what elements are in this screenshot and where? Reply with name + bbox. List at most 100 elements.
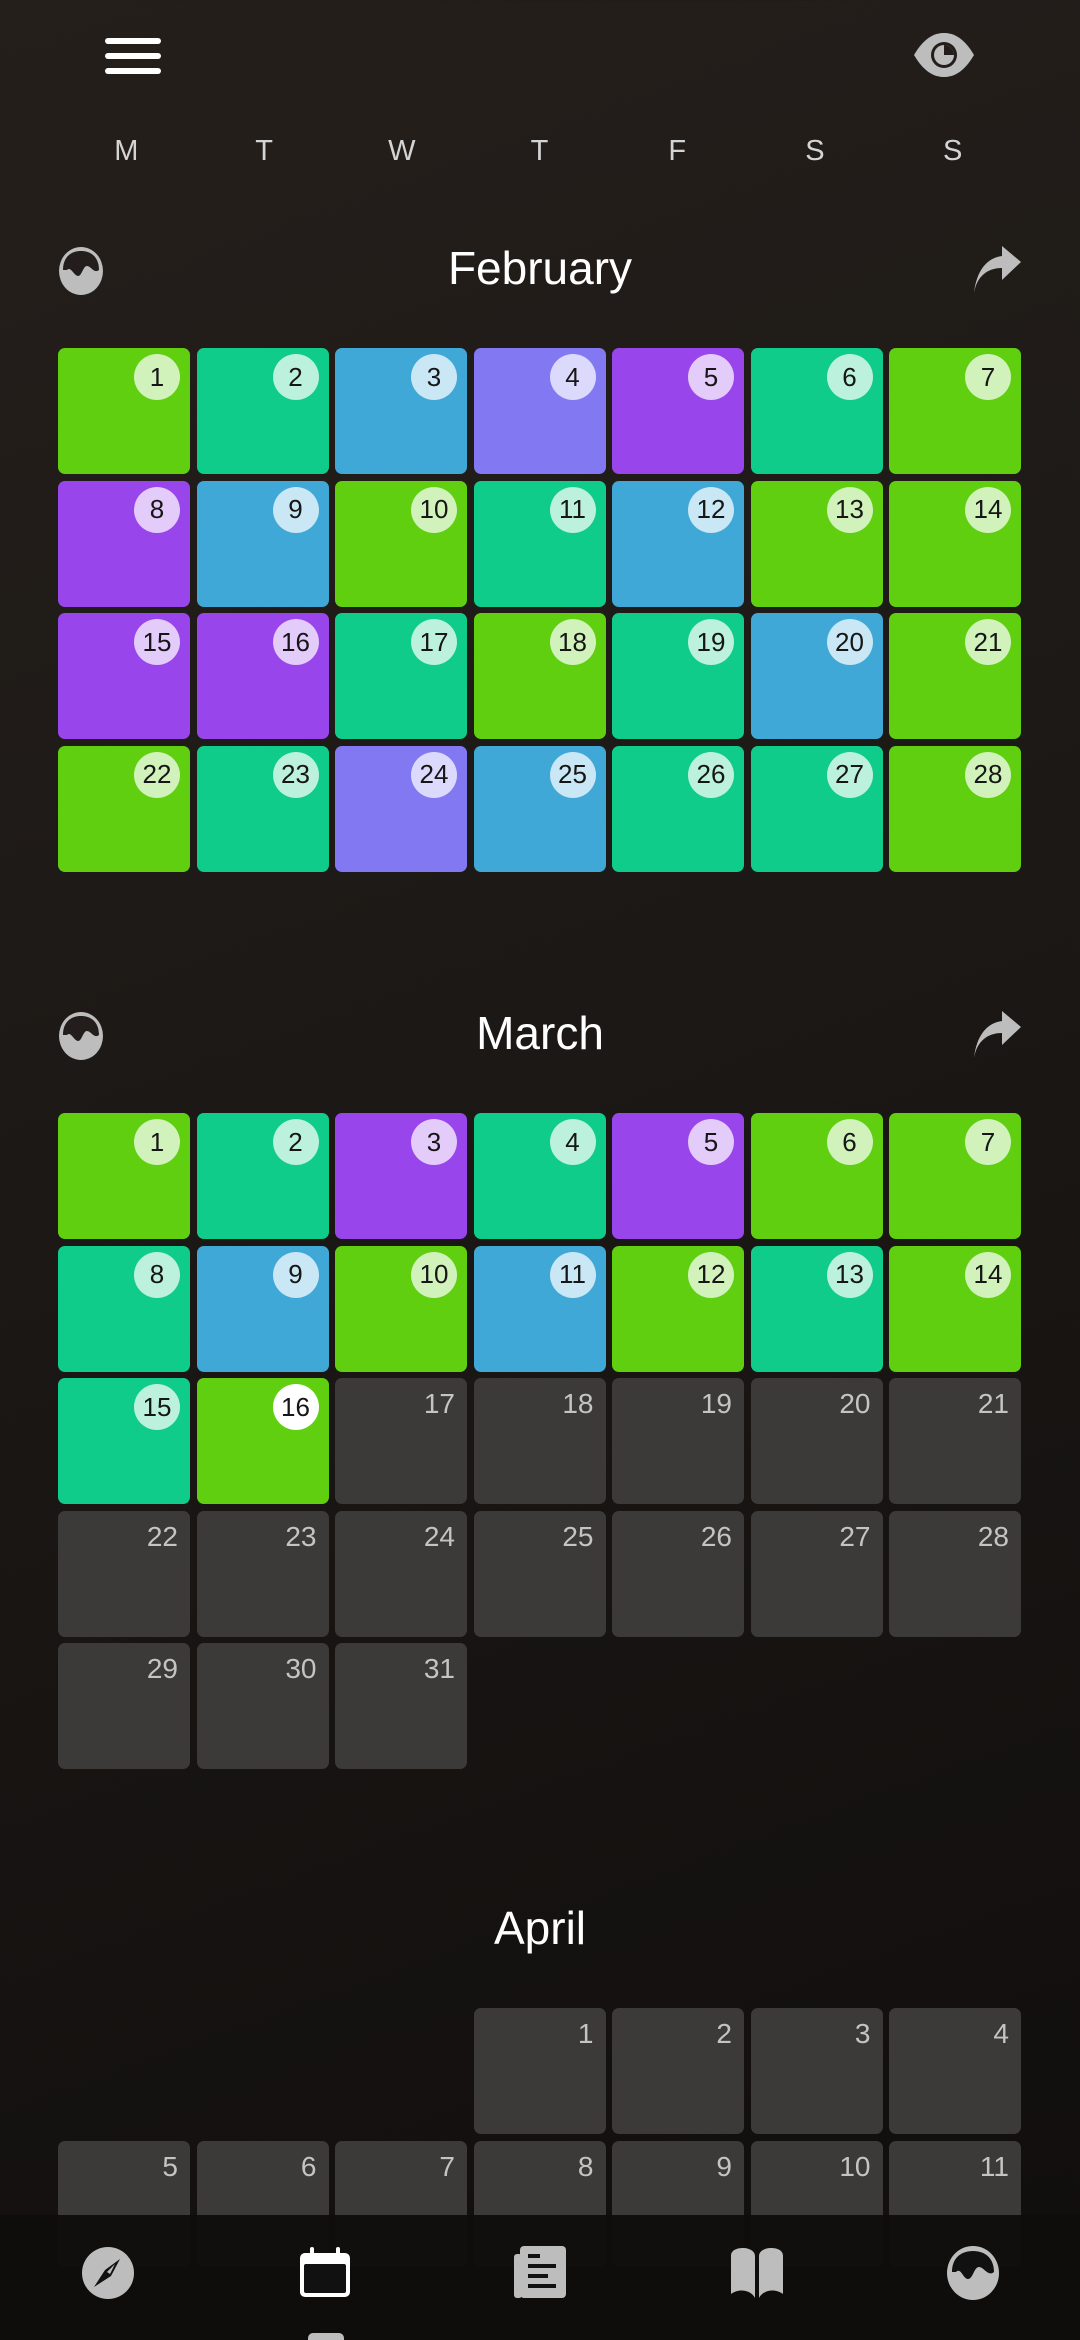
day-cell[interactable]: 8 — [58, 480, 190, 607]
day-cell[interactable]: 14 — [889, 480, 1021, 607]
day-cell[interactable]: 11 — [473, 480, 606, 607]
day-cell[interactable]: 3 — [335, 1113, 467, 1239]
book-icon — [731, 2248, 783, 2298]
day-cell[interactable]: 25 — [473, 745, 606, 872]
day-cell[interactable]: 27 — [750, 745, 883, 872]
day-cell[interactable]: 19 — [612, 1378, 744, 1504]
day-cell[interactable]: 10 — [335, 480, 467, 607]
day-cell[interactable]: 10 — [335, 1245, 467, 1372]
day-cell[interactable]: 5 — [612, 1113, 744, 1239]
day-cell[interactable]: 26 — [612, 1510, 744, 1637]
day-cell[interactable]: 17 — [335, 1378, 467, 1504]
day-cell[interactable]: 5 — [612, 348, 744, 474]
day-number: 21 — [965, 619, 1011, 665]
day-cell[interactable]: 3 — [750, 2008, 883, 2134]
day-cell[interactable]: 1 — [58, 348, 190, 474]
day-cell[interactable]: 15 — [58, 613, 190, 739]
day-cell[interactable]: 4 — [473, 348, 606, 474]
day-cell[interactable]: 25 — [473, 1510, 606, 1637]
day-cell[interactable]: 7 — [889, 1113, 1021, 1239]
nav-mood[interactable] — [938, 2241, 1008, 2305]
share-arrow-icon[interactable] — [972, 244, 1022, 294]
day-cell[interactable]: 6 — [750, 1113, 883, 1239]
day-number: 7 — [965, 1119, 1011, 1165]
hamburger-line — [105, 53, 161, 59]
day-number: 6 — [826, 354, 873, 400]
day-cell[interactable]: 2 — [612, 2008, 744, 2134]
day-cell[interactable]: 3 — [335, 348, 467, 474]
day-cell[interactable]: 24 — [335, 745, 467, 872]
day-number: 27 — [839, 1520, 871, 1552]
day-number: 10 — [411, 486, 457, 533]
day-number: 17 — [423, 1388, 455, 1419]
day-cell[interactable]: 2 — [196, 1113, 329, 1239]
day-cell[interactable]: 31 — [335, 1643, 467, 1769]
day-number: 5 — [162, 2150, 178, 2182]
day-cell[interactable]: 18 — [473, 1378, 606, 1504]
day-cell[interactable]: 21 — [889, 1378, 1021, 1504]
month-header-march: March — [58, 993, 1022, 1073]
day-cell[interactable]: 14 — [889, 1245, 1021, 1372]
month-title: March — [476, 1007, 604, 1059]
day-cell[interactable]: 22 — [58, 1510, 190, 1637]
day-number: 6 — [826, 1119, 873, 1165]
day-cell[interactable]: 29 — [58, 1643, 190, 1769]
weekday-label: T — [255, 135, 274, 167]
day-cell[interactable]: 16 — [196, 1378, 329, 1504]
day-number: 27 — [826, 751, 873, 798]
day-cell[interactable]: 13 — [750, 480, 883, 607]
visibility-toggle-button[interactable] — [912, 30, 976, 80]
day-number: 23 — [272, 751, 319, 798]
day-cell[interactable]: 20 — [750, 613, 883, 739]
day-cell[interactable]: 18 — [473, 613, 606, 739]
day-cell[interactable]: 19 — [612, 613, 744, 739]
day-number: 15 — [134, 619, 180, 665]
day-cell[interactable]: 23 — [196, 1510, 329, 1637]
nav-journal[interactable] — [722, 2241, 792, 2305]
weekday-label: T — [530, 135, 550, 167]
day-cell[interactable]: 24 — [335, 1510, 467, 1637]
mood-chart-icon — [947, 2246, 999, 2300]
day-cell[interactable]: 12 — [612, 1245, 744, 1372]
day-number: 14 — [965, 1251, 1011, 1298]
day-cell[interactable]: 17 — [335, 613, 467, 739]
day-cell[interactable]: 20 — [750, 1378, 883, 1504]
day-cell[interactable]: 4 — [889, 2008, 1021, 2134]
day-number: 28 — [965, 751, 1011, 798]
day-cell[interactable]: 1 — [58, 1113, 190, 1239]
day-cell[interactable]: 9 — [196, 480, 329, 607]
day-number: 8 — [134, 486, 180, 533]
share-arrow-icon[interactable] — [972, 1009, 1022, 1059]
day-cell[interactable]: 4 — [473, 1113, 606, 1239]
day-cell[interactable]: 16 — [196, 613, 329, 739]
calendar-icon — [300, 2247, 350, 2297]
day-cell[interactable]: 1 — [473, 2008, 606, 2134]
menu-button[interactable] — [105, 36, 163, 76]
day-cell[interactable]: 15 — [58, 1378, 190, 1504]
day-cell[interactable]: 11 — [473, 1245, 606, 1372]
day-number: 22 — [134, 751, 180, 798]
nav-explore[interactable] — [73, 2241, 143, 2305]
day-cell[interactable]: 26 — [612, 745, 744, 872]
day-number: 2 — [272, 1119, 319, 1165]
day-cell[interactable]: 6 — [750, 348, 883, 474]
day-cell[interactable]: 8 — [58, 1245, 190, 1372]
day-number: 10 — [839, 2150, 871, 2182]
active-tab-indicator — [308, 2333, 344, 2340]
day-cell[interactable]: 12 — [612, 480, 744, 607]
day-cell[interactable]: 28 — [889, 1510, 1021, 1637]
nav-calendar[interactable] — [290, 2241, 360, 2305]
day-cell[interactable]: 27 — [750, 1510, 883, 1637]
day-cell[interactable]: 2 — [196, 348, 329, 474]
day-cell[interactable]: 28 — [889, 745, 1021, 872]
day-cell[interactable]: 9 — [196, 1245, 329, 1372]
day-cell[interactable]: 7 — [889, 348, 1021, 474]
day-number: 20 — [839, 1388, 871, 1419]
weekday-label: S — [805, 135, 826, 167]
day-cell[interactable]: 22 — [58, 745, 190, 872]
day-cell[interactable]: 13 — [750, 1245, 883, 1372]
day-cell[interactable]: 23 — [196, 745, 329, 872]
day-cell[interactable]: 30 — [196, 1643, 329, 1769]
day-cell[interactable]: 21 — [889, 613, 1021, 739]
nav-entries[interactable] — [505, 2241, 575, 2305]
